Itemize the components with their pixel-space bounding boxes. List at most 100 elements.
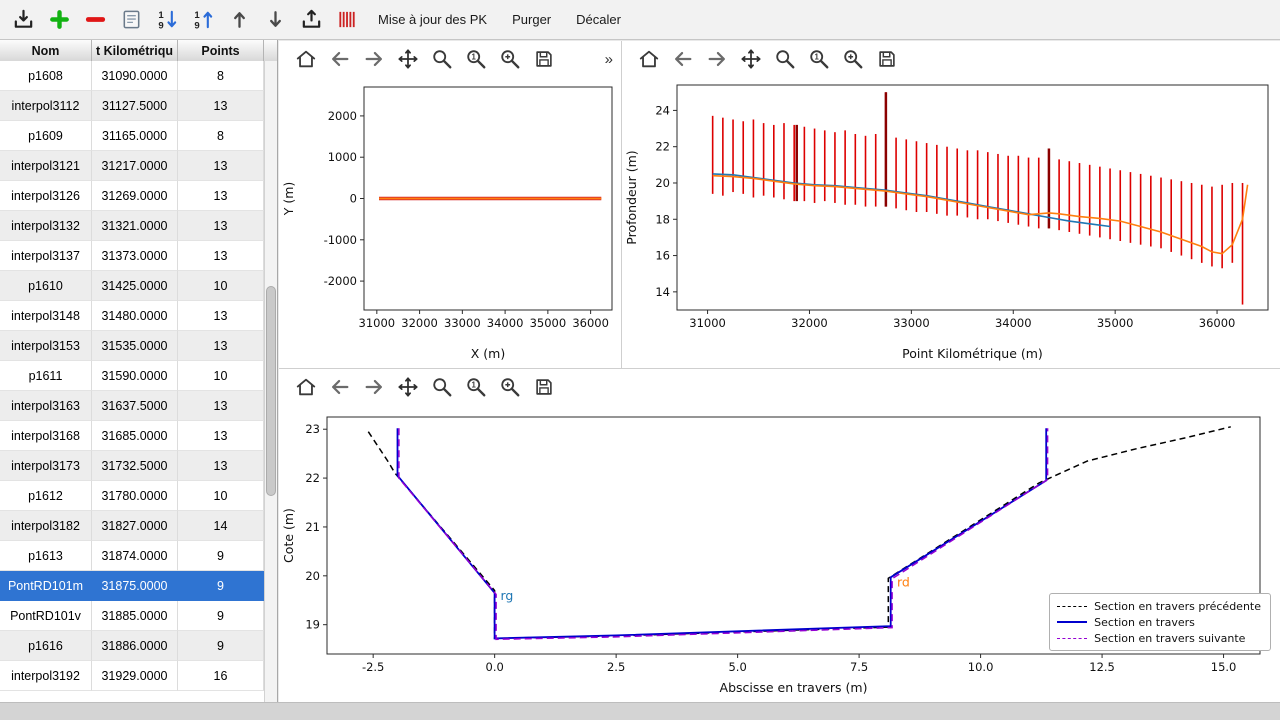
remove-icon[interactable]	[82, 6, 109, 33]
back-icon[interactable]	[670, 46, 696, 72]
svg-text:Point Kilométrique (m): Point Kilométrique (m)	[902, 346, 1043, 361]
table-scrollbar[interactable]	[264, 61, 277, 702]
table-row[interactable]: interpol314831480.000013	[0, 301, 264, 331]
zoom-one-icon[interactable]	[463, 46, 489, 72]
application-window: Mise à jour des PK Purger Décaler Nom t …	[0, 0, 1280, 720]
header-points[interactable]: Points	[178, 40, 264, 61]
svg-text:36000: 36000	[572, 316, 609, 330]
zoom-one-icon[interactable]	[806, 46, 832, 72]
cell-points: 10	[178, 271, 264, 301]
save-icon[interactable]	[531, 46, 557, 72]
cell-points: 14	[178, 511, 264, 541]
move-down-icon[interactable]	[262, 6, 289, 33]
cell-pk: 31590.0000	[92, 361, 178, 391]
edit-icon[interactable]	[118, 6, 145, 33]
home-icon[interactable]	[636, 46, 662, 72]
sort-asc-icon[interactable]	[190, 6, 217, 33]
table-row[interactable]: interpol315331535.000013	[0, 331, 264, 361]
toolbar-overflow-chevron[interactable]: »	[605, 51, 621, 68]
table-row[interactable]: interpol313731373.000013	[0, 241, 264, 271]
profile-plot-canvas[interactable]: 3100032000330003400035000360001416182022…	[622, 77, 1280, 368]
home-icon[interactable]	[293, 374, 319, 400]
cell-points: 8	[178, 61, 264, 91]
zoom-one-icon[interactable]	[463, 374, 489, 400]
import-icon[interactable]	[10, 6, 37, 33]
table-row[interactable]: interpol316831685.000013	[0, 421, 264, 451]
table-row[interactable]: interpol312131217.000013	[0, 151, 264, 181]
cell-nom: interpol3168	[0, 421, 92, 451]
cell-pk: 31685.0000	[92, 421, 178, 451]
plan-plot-canvas[interactable]: 310003200033000340003500036000-2000-1000…	[279, 77, 622, 368]
pan-icon[interactable]	[738, 46, 764, 72]
forward-icon[interactable]	[361, 46, 387, 72]
table-row[interactable]: p160931165.00008	[0, 121, 264, 151]
svg-text:35000: 35000	[530, 316, 567, 330]
svg-text:Cote (m): Cote (m)	[281, 508, 296, 563]
table-row[interactable]: p161131590.000010	[0, 361, 264, 391]
table-row[interactable]: p161231780.000010	[0, 481, 264, 511]
cell-nom: interpol3132	[0, 211, 92, 241]
pk-marks-icon[interactable]	[334, 6, 361, 33]
pan-icon[interactable]	[395, 46, 421, 72]
section-plot-canvas[interactable]: -2.50.02.55.07.510.012.515.01920212223Ab…	[279, 405, 1280, 702]
zoom-plus-icon[interactable]	[497, 374, 523, 400]
cell-points: 13	[178, 451, 264, 481]
svg-text:32000: 32000	[401, 316, 438, 330]
forward-icon[interactable]	[704, 46, 730, 72]
sort-desc-icon[interactable]	[154, 6, 181, 33]
legend-item-previous: Section en travers précédente	[1057, 598, 1261, 614]
pan-icon[interactable]	[395, 374, 421, 400]
table-row[interactable]: PontRD101m31875.00009	[0, 571, 264, 601]
svg-text:15.0: 15.0	[1211, 660, 1237, 674]
header-nom[interactable]: Nom	[0, 40, 92, 61]
svg-text:rd: rd	[897, 575, 910, 590]
export-icon[interactable]	[298, 6, 325, 33]
cell-pk: 31886.0000	[92, 631, 178, 661]
zoom-icon[interactable]	[429, 374, 455, 400]
zoom-plus-icon[interactable]	[840, 46, 866, 72]
svg-text:2.5: 2.5	[607, 660, 625, 674]
legend-line-next	[1057, 638, 1087, 639]
back-icon[interactable]	[327, 46, 353, 72]
table-scrollbar-thumb[interactable]	[266, 286, 276, 496]
move-up-icon[interactable]	[226, 6, 253, 33]
table-row[interactable]: interpol317331732.500013	[0, 451, 264, 481]
back-icon[interactable]	[327, 374, 353, 400]
cell-nom: interpol3112	[0, 91, 92, 121]
cell-nom: interpol3163	[0, 391, 92, 421]
cell-pk: 31780.0000	[92, 481, 178, 511]
cell-points: 13	[178, 391, 264, 421]
table-row[interactable]: interpol313231321.000013	[0, 211, 264, 241]
table-row[interactable]: interpol312631269.000013	[0, 181, 264, 211]
forward-icon[interactable]	[361, 374, 387, 400]
cell-points: 10	[178, 481, 264, 511]
header-point-kilometrique[interactable]: t Kilométriqu	[92, 40, 178, 61]
cell-points: 13	[178, 181, 264, 211]
table-row[interactable]: interpol316331637.500013	[0, 391, 264, 421]
main-toolbar: Mise à jour des PK Purger Décaler	[0, 0, 1280, 40]
svg-text:16: 16	[655, 249, 670, 263]
table-row[interactable]: p160831090.00008	[0, 61, 264, 91]
table-row[interactable]: p161331874.00009	[0, 541, 264, 571]
zoom-icon[interactable]	[772, 46, 798, 72]
home-icon[interactable]	[293, 46, 319, 72]
purge-button[interactable]: Purger	[504, 7, 559, 32]
cell-points: 16	[178, 661, 264, 691]
table-row[interactable]: interpol318231827.000014	[0, 511, 264, 541]
shift-button[interactable]: Décaler	[568, 7, 629, 32]
update-pk-button[interactable]: Mise à jour des PK	[370, 7, 495, 32]
cell-points: 13	[178, 241, 264, 271]
add-icon[interactable]	[46, 6, 73, 33]
zoom-plus-icon[interactable]	[497, 46, 523, 72]
table-row[interactable]: interpol319231929.000016	[0, 661, 264, 691]
cell-pk: 31217.0000	[92, 151, 178, 181]
save-icon[interactable]	[531, 374, 557, 400]
table-row[interactable]: PontRD101v31885.00009	[0, 601, 264, 631]
cell-pk: 31827.0000	[92, 511, 178, 541]
zoom-icon[interactable]	[429, 46, 455, 72]
table-row[interactable]: p161631886.00009	[0, 631, 264, 661]
save-icon[interactable]	[874, 46, 900, 72]
table-row[interactable]: interpol311231127.500013	[0, 91, 264, 121]
table-row[interactable]: p161031425.000010	[0, 271, 264, 301]
cell-nom: PontRD101v	[0, 601, 92, 631]
